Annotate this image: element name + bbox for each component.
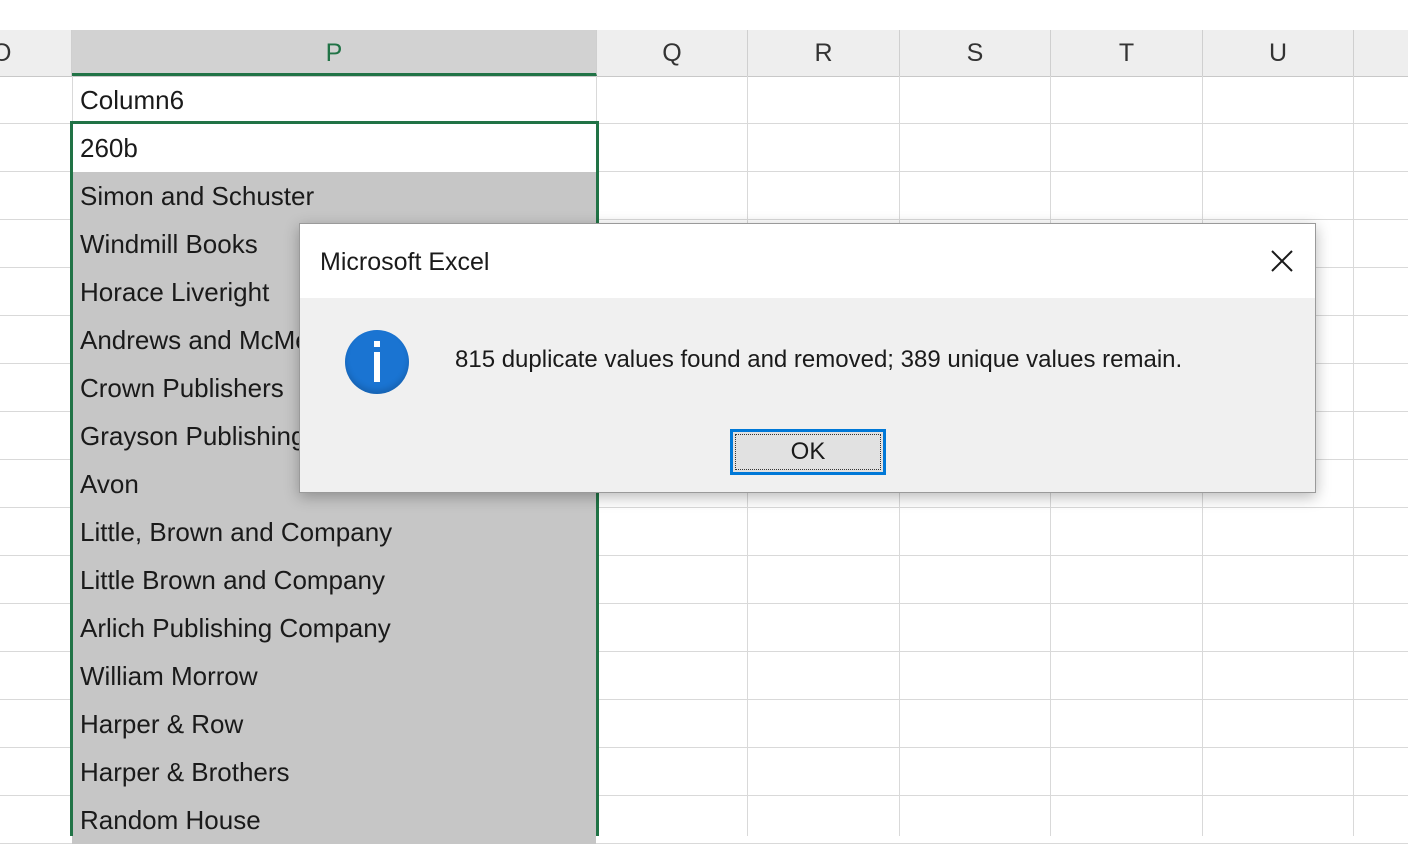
cell-p[interactable]: Harper & Row [72,700,596,748]
column-header-p[interactable]: P [72,30,597,76]
cell-p-active[interactable]: 260b [72,124,596,172]
table-row: Harper & Row [0,700,1408,748]
table-row: Column6 [0,76,1408,124]
column-header-row: O P Q R S T U [0,30,1408,77]
table-row: 260b [0,124,1408,172]
table-row: Little Brown and Company [0,556,1408,604]
table-row: Arlich Publishing Company [0,604,1408,652]
column-header-r[interactable]: R [748,30,900,76]
column-header-v[interactable] [1354,30,1408,76]
close-icon [1271,250,1293,272]
table-row: William Morrow [0,652,1408,700]
cell-p-header[interactable]: Column6 [72,76,596,124]
table-row: Simon and Schuster [0,172,1408,220]
table-row: Harper & Brothers [0,748,1408,796]
column-header-u[interactable]: U [1203,30,1354,76]
column-header-o[interactable]: O [0,30,72,76]
close-button[interactable] [1259,238,1305,284]
info-icon [345,330,409,394]
dialog-titlebar[interactable]: Microsoft Excel [300,224,1315,298]
column-header-t[interactable]: T [1051,30,1203,76]
column-header-q[interactable]: Q [597,30,748,76]
table-row: Little, Brown and Company [0,508,1408,556]
cell-p[interactable]: William Morrow [72,652,596,700]
ribbon-edge [0,0,1408,31]
cell-p[interactable]: Arlich Publishing Company [72,604,596,652]
cell-p[interactable]: Harper & Brothers [72,748,596,796]
cell-p[interactable]: Little Brown and Company [72,556,596,604]
message-dialog: Microsoft Excel 815 duplicate values fou… [299,223,1316,493]
cell-p[interactable]: Little, Brown and Company [72,508,596,556]
dialog-message: 815 duplicate values found and removed; … [455,346,1183,373]
ok-button[interactable]: OK [730,429,886,475]
cell-p[interactable]: Simon and Schuster [72,172,596,220]
dialog-title: Microsoft Excel [320,248,490,276]
cell-p[interactable]: Random House [72,796,596,844]
table-row: Random House [0,796,1408,844]
column-header-s[interactable]: S [900,30,1051,76]
